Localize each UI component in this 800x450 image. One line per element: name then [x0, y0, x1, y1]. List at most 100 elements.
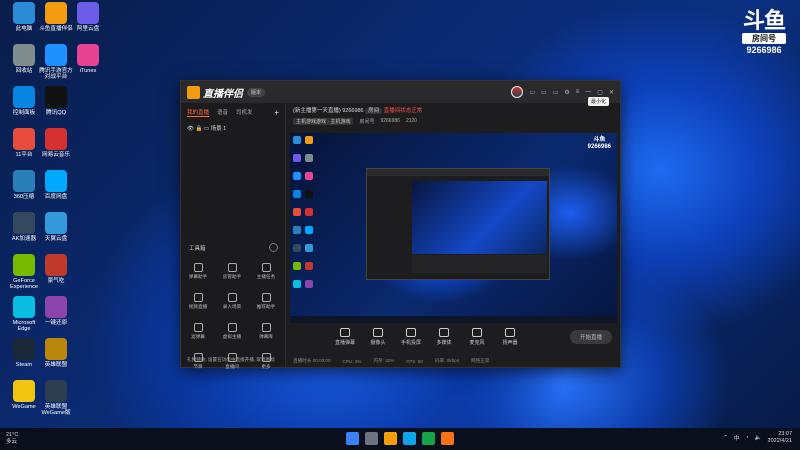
add-scene-icon[interactable]: + — [274, 108, 279, 117]
avatar[interactable] — [511, 86, 524, 98]
taskbar-app-icon[interactable] — [346, 432, 359, 445]
desktop-icon[interactable]: 百度网盘 — [36, 170, 76, 200]
scene-item[interactable]: 👁 🔒 ▭ 场景 1 — [181, 122, 285, 134]
desktop-icon-label: 阿里云盘 — [76, 26, 100, 32]
desktop-icon[interactable]: 天翼云盘 — [36, 212, 76, 242]
desktop-icon[interactable]: iTunes — [68, 44, 108, 74]
taskbar-app-icon[interactable] — [384, 432, 397, 445]
taskbar: 21°C 多云 ⌃ 中 ◔ 🔈 23:07 2022/4/21 — [0, 428, 800, 450]
app-icon — [13, 254, 35, 276]
tool-label: 录入场景 — [222, 304, 242, 309]
control-button[interactable]: 摄像头 — [366, 328, 390, 346]
app-icon — [45, 170, 67, 192]
control-button[interactable]: 扬声器 — [498, 328, 522, 346]
desktop-icon[interactable]: 一键还原 — [36, 296, 76, 326]
preview-icon — [305, 280, 313, 288]
desktop-icon-label: 豪气吃 — [47, 278, 65, 284]
tool-item[interactable]: 虚拟主播 — [219, 323, 245, 340]
tool-item[interactable]: 房管助手 — [219, 263, 245, 280]
tool-icon — [193, 263, 203, 272]
control-button[interactable]: 多媒体 — [432, 328, 456, 346]
tools-more-icon[interactable] — [269, 243, 278, 252]
tool-icon — [227, 323, 237, 332]
chevron-up-icon[interactable]: ⌃ — [723, 435, 728, 441]
tool-item[interactable]: 主播任务 — [253, 263, 279, 280]
tool-icon — [261, 323, 271, 332]
start-live-button[interactable]: 开始直播 — [569, 330, 612, 344]
taskbar-app-icon[interactable] — [365, 432, 378, 445]
preview-icon — [305, 136, 313, 144]
control-icon — [373, 328, 383, 337]
tool-icon — [227, 293, 237, 302]
minimize-tooltip: 最小化 — [588, 97, 610, 106]
tool-label: 房管助手 — [222, 274, 242, 279]
tool-label: 主播任务 — [256, 274, 276, 279]
tool-item[interactable]: 弹幕助手 — [185, 263, 211, 280]
app-icon — [77, 44, 99, 66]
stream-preview[interactable]: 斗鱼 9266986 — [290, 133, 617, 323]
desktop-icon[interactable]: 阿里云盘 — [68, 2, 108, 32]
menu-icon[interactable]: ≡ — [576, 89, 580, 95]
tab-my-live[interactable]: 我的直播 — [187, 108, 210, 117]
desktop-icon-label: 网易云音乐 — [42, 152, 70, 158]
desktop-icon-label: 英雄联盟 WeGame版 — [41, 404, 71, 417]
lang-indicator[interactable]: 中 — [734, 434, 740, 442]
control-icon — [340, 328, 350, 337]
status-item: FPS: 60 — [406, 358, 423, 364]
taskbar-app-icon[interactable] — [441, 432, 454, 445]
desktop-icon[interactable]: 腾讯QQ — [36, 86, 76, 116]
control-icon — [439, 328, 449, 337]
control-button[interactable]: 直播弹幕 — [333, 328, 357, 346]
desktop-icon-label: 英雄联盟 — [44, 362, 68, 368]
app-icon — [45, 86, 67, 108]
tool-item[interactable]: 录入场景 — [219, 293, 245, 310]
control-label: 摄像头 — [370, 340, 386, 346]
clock[interactable]: 23:07 2022/4/21 — [768, 431, 792, 445]
desktop-icon[interactable]: 网易云音乐 — [36, 128, 76, 158]
weather-widget[interactable]: 21°C 多云 — [6, 432, 18, 445]
status-item: 网络正常 — [471, 358, 490, 363]
taskbar-app-icon[interactable] — [403, 432, 416, 445]
preview-icon — [293, 136, 301, 144]
taskbar-app-icon[interactable] — [422, 432, 435, 445]
desktop-icon[interactable]: 英雄联盟 WeGame版 — [36, 380, 76, 417]
tool-icon — [261, 293, 271, 302]
desktop-icon[interactable]: 英雄联盟 — [36, 338, 76, 368]
control-label: 直播弹幕 — [334, 340, 355, 346]
control-button[interactable]: 麦克风 — [465, 328, 489, 346]
settings-icon[interactable]: ⚙ — [564, 89, 569, 96]
maximize-icon[interactable]: ▢ — [597, 89, 603, 96]
tool-item[interactable]: 视频直播 — [185, 293, 211, 310]
control-label: 多媒体 — [436, 340, 452, 346]
minimize-icon[interactable]: — — [585, 89, 591, 95]
version-badge[interactable]: 版本 — [247, 87, 266, 97]
close-icon[interactable]: ✕ — [609, 89, 614, 96]
desktop-icon[interactable]: 豪气吃 — [36, 254, 76, 284]
control-icon — [505, 328, 515, 337]
preview-icon — [305, 262, 313, 270]
shirt-icon[interactable]: ▭ — [541, 89, 547, 96]
tab-voice[interactable]: 语音 — [217, 108, 228, 117]
status-item: CPU: 3% — [342, 358, 362, 364]
control-button[interactable]: 手机投屏 — [399, 328, 423, 346]
volume-icon[interactable]: 🔈 — [755, 435, 762, 441]
room-label: 房间号 — [742, 33, 786, 44]
control-label: 手机投屏 — [400, 340, 421, 346]
network-icon[interactable]: ◔ — [745, 435, 748, 441]
app-icon — [45, 338, 67, 360]
desktop-icon-label: 百度网盘 — [44, 194, 68, 200]
app-icon — [45, 212, 67, 234]
app-icon — [13, 2, 35, 24]
app-icon — [45, 44, 67, 66]
control-label: 麦克风 — [469, 340, 485, 346]
tool-item[interactable]: 弹幕库 — [253, 323, 279, 340]
room-tag[interactable]: 房间 — [365, 108, 383, 114]
clipboard-icon[interactable]: ▭ — [553, 89, 559, 96]
preview-icon — [293, 280, 301, 288]
app-icon — [45, 128, 67, 150]
message-icon[interactable]: ▭ — [529, 89, 535, 96]
category-tag[interactable]: 主机游戏游戏 · 主机游戏 — [293, 118, 354, 125]
tool-item[interactable]: 推荐助手 — [253, 293, 279, 310]
tool-item[interactable]: 滤弹幕 — [185, 323, 211, 340]
tab-third[interactable]: 司机发 — [236, 108, 253, 117]
